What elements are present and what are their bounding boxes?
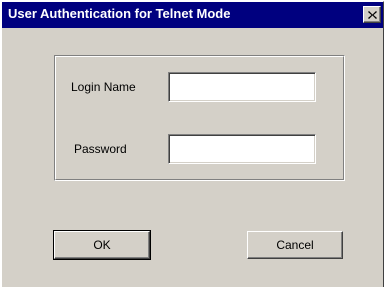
password-label: Password [74,142,127,156]
authentication-dialog: User Authentication for Telnet Mode Logi… [0,0,385,287]
title-bar[interactable]: User Authentication for Telnet Mode [2,2,383,28]
password-input[interactable] [168,134,316,164]
cancel-button[interactable]: Cancel [247,231,343,259]
window-title: User Authentication for Telnet Mode [8,6,231,21]
close-icon [367,10,377,19]
login-name-input[interactable] [168,72,316,102]
dialog-window: User Authentication for Telnet Mode Logi… [1,1,384,287]
login-name-label: Login Name [71,80,136,94]
ok-button[interactable]: OK [53,230,151,260]
close-button[interactable] [363,6,381,23]
